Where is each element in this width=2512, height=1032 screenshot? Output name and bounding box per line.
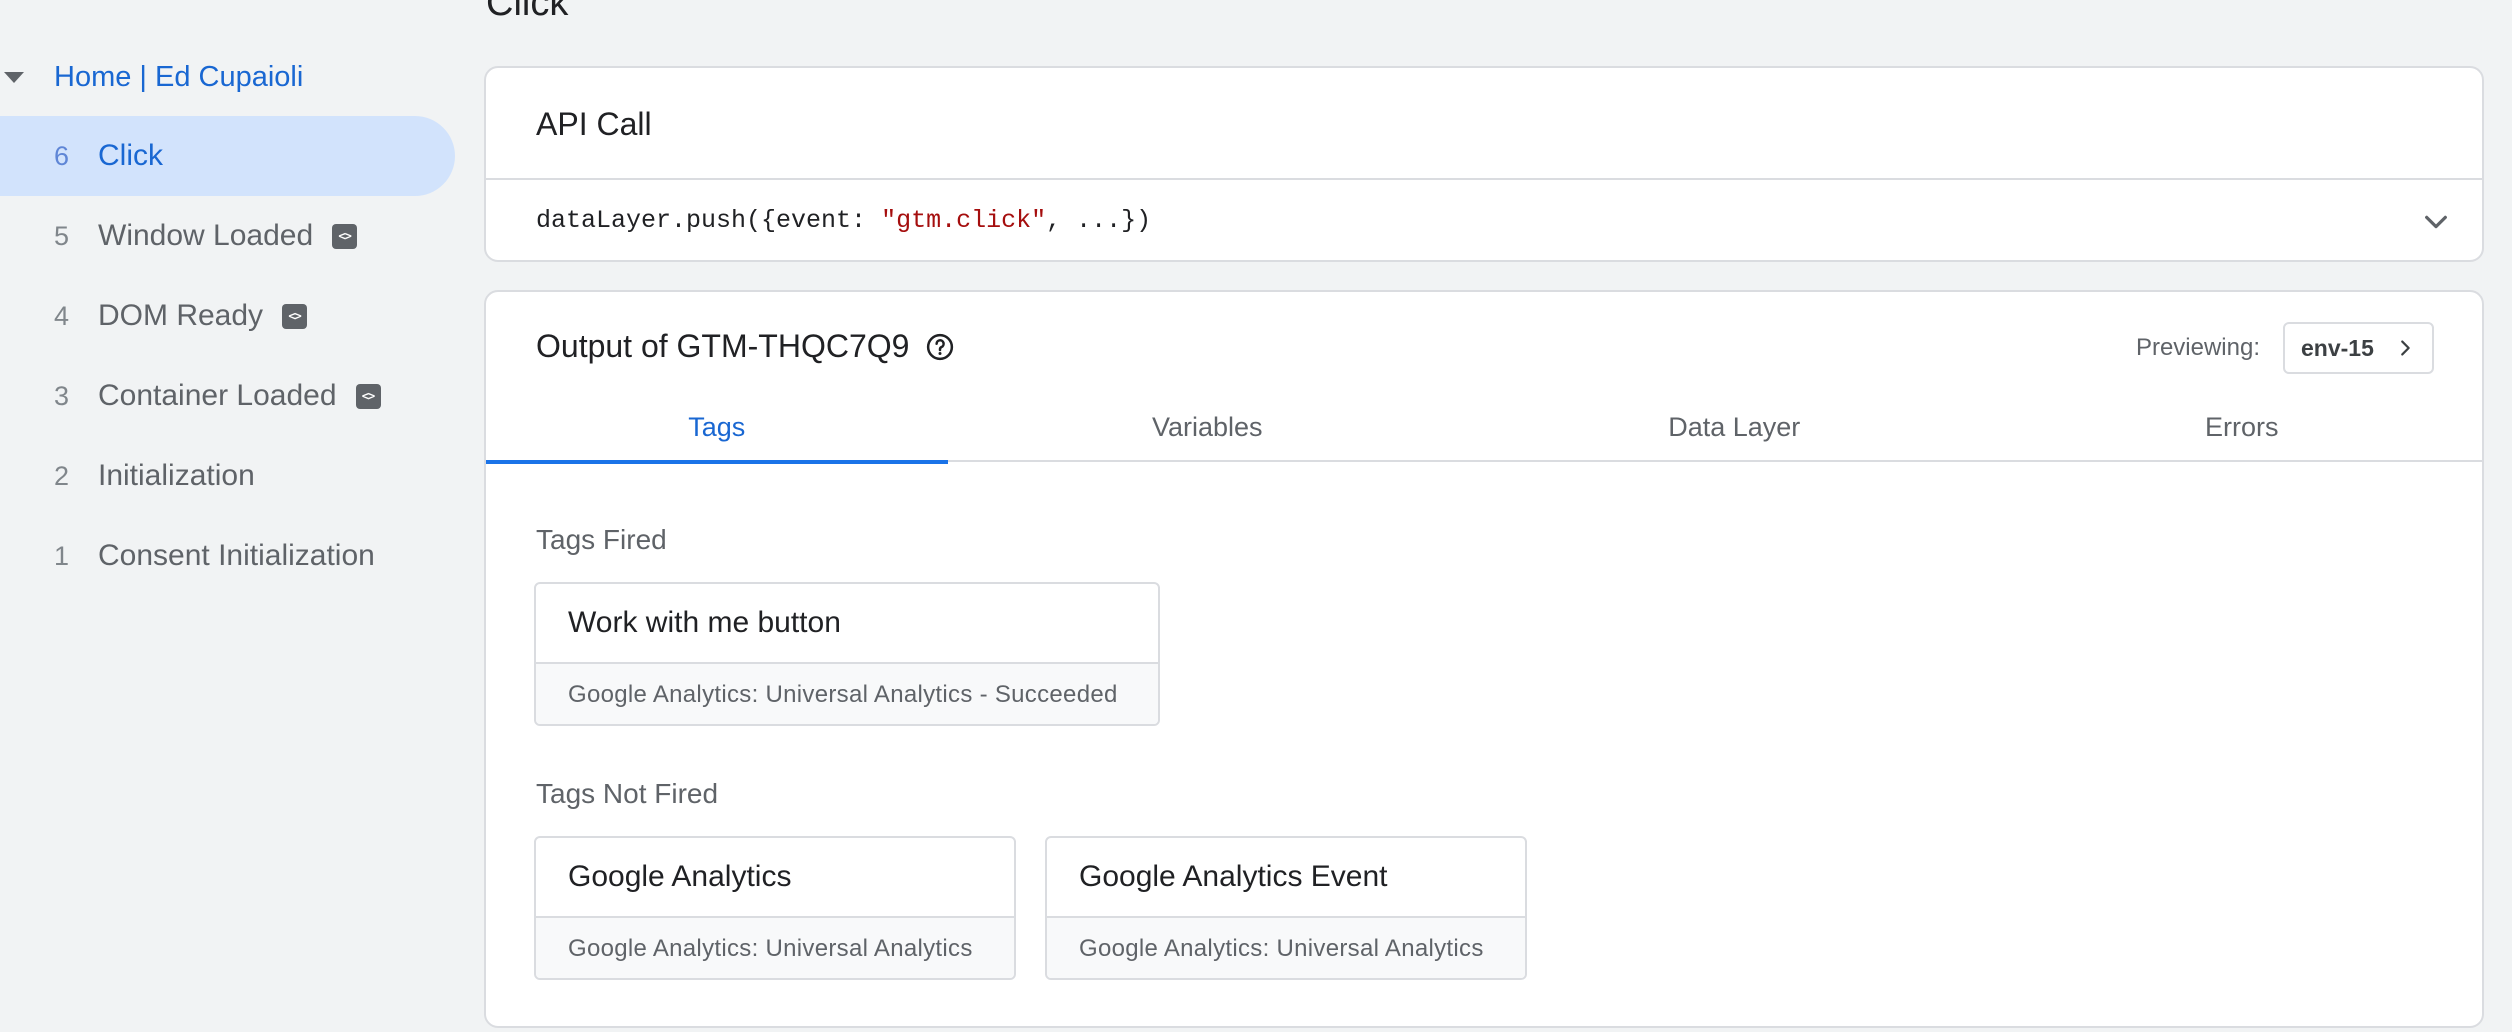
output-card: Output of GTM-THQC7Q9 Previewing: env-15… — [484, 290, 2484, 1028]
code-event-string: "gtm.click" — [881, 206, 1047, 235]
event-label: Click — [98, 139, 163, 172]
event-heading: Click — [486, 0, 569, 24]
event-number: 6 — [54, 140, 70, 171]
divider — [486, 178, 2482, 180]
page-title[interactable]: Home | Ed Cupaioli — [54, 61, 303, 94]
previewing-label: Previewing: — [2135, 334, 2260, 361]
event-item-dom-ready[interactable]: 4 DOM Ready <> — [0, 276, 455, 356]
page-tree-node[interactable]: Home | Ed Cupaioli — [0, 52, 303, 102]
tag-type: Google Analytics: Universal Analytics - … — [536, 662, 1158, 724]
chevron-right-icon — [2401, 340, 2410, 356]
help-circle-icon[interactable] — [925, 332, 955, 362]
event-label: DOM Ready — [98, 299, 264, 332]
event-label: Consent Initialization — [98, 539, 375, 572]
event-number: 3 — [54, 380, 70, 411]
environment-chip[interactable]: env-15 — [2283, 322, 2434, 374]
tags-not-fired-heading: Tags Not Fired — [536, 778, 719, 809]
tag-name: Google Analytics — [568, 860, 792, 893]
tag-type: Google Analytics: Universal Analytics — [536, 916, 1014, 978]
tab-tags[interactable]: Tags — [486, 392, 948, 464]
api-call-card: API Call dataLayer.push({event: "gtm.cli… — [484, 66, 2484, 262]
event-item-container-loaded[interactable]: 3 Container Loaded <> — [0, 356, 455, 436]
tag-card[interactable]: Google Analytics Google Analytics: Unive… — [534, 836, 1016, 980]
tag-card[interactable]: Google Analytics Event Google Analytics:… — [1045, 836, 1527, 980]
code-suffix: , ...}) — [1046, 206, 1152, 235]
code-icon: <> — [332, 223, 358, 249]
tag-card[interactable]: Work with me button Google Analytics: Un… — [534, 582, 1160, 726]
event-label: Window Loaded — [98, 219, 314, 252]
event-list: 6 Click 5 Window Loaded <> 4 DOM Ready <… — [0, 116, 455, 596]
event-number: 5 — [54, 220, 70, 251]
event-number: 2 — [54, 460, 70, 491]
event-item-click[interactable]: 6 Click — [0, 116, 455, 196]
api-call-title: API Call — [536, 106, 652, 142]
event-item-window-loaded[interactable]: 5 Window Loaded <> — [0, 196, 455, 276]
sidebar: Home | Ed Cupaioli 6 Click 5 Window Load… — [0, 0, 470, 1032]
event-label: Initialization — [98, 459, 255, 492]
event-item-initialization[interactable]: 2 Initialization — [0, 436, 455, 516]
event-label: Container Loaded — [98, 379, 337, 412]
output-header: Output of GTM-THQC7Q9 — [536, 328, 955, 365]
output-title: Output of GTM-THQC7Q9 — [536, 328, 910, 364]
api-call-code: dataLayer.push({event: "gtm.click", ...}… — [536, 206, 1151, 235]
event-number: 1 — [54, 540, 70, 571]
code-prefix: dataLayer.push({event: — [536, 206, 882, 235]
event-number: 4 — [54, 300, 70, 331]
tab-errors[interactable]: Errors — [2001, 392, 2482, 462]
output-tabs: Tags Variables Data Layer Errors — [486, 392, 2482, 464]
caret-down-icon[interactable] — [4, 71, 24, 83]
code-icon: <> — [282, 303, 308, 329]
code-icon: <> — [355, 383, 381, 409]
tag-type: Google Analytics: Universal Analytics — [1047, 916, 1525, 978]
tab-variables[interactable]: Variables — [948, 392, 1467, 462]
chevron-down-icon[interactable] — [2420, 206, 2452, 238]
tags-fired-heading: Tags Fired — [536, 524, 667, 555]
tag-name: Work with me button — [568, 606, 841, 639]
environment-name: env-15 — [2301, 334, 2374, 361]
tab-data-layer[interactable]: Data Layer — [1467, 392, 2001, 462]
tag-name: Google Analytics Event — [1079, 860, 1388, 893]
event-item-consent-initialization[interactable]: 1 Consent Initialization — [0, 516, 455, 596]
